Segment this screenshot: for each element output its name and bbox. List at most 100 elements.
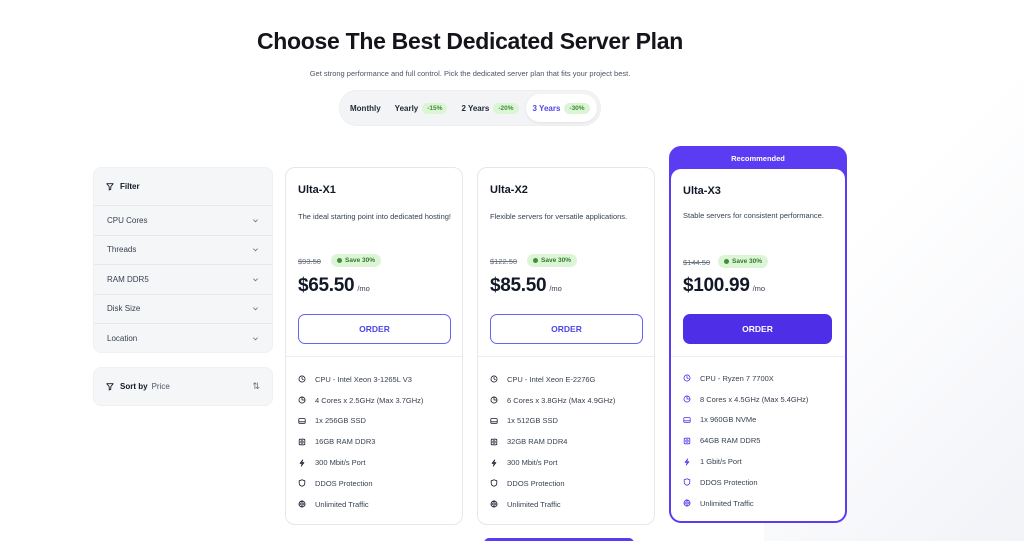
sort-label: Sort by — [120, 382, 148, 391]
feature-item: CPU - Ryzen 7 7700X — [683, 368, 808, 389]
feature-item: 1x 512GB SSD — [490, 411, 615, 432]
ram-icon — [683, 437, 691, 445]
shield-icon — [683, 478, 691, 486]
cores-icon — [683, 395, 691, 403]
old-price: $122.50 — [490, 257, 518, 266]
filter-disk-size[interactable]: Disk Size — [94, 295, 272, 324]
feature-item: CPU - Intel Xeon E-2276G — [490, 369, 615, 390]
feature-item: 6 Cores x 3.8GHz (Max 4.9GHz) — [490, 390, 615, 411]
feature-text: 4 Cores x 2.5GHz (Max 3.7GHz) — [315, 395, 424, 405]
chevron-down-icon — [251, 216, 259, 224]
sort-direction-icon[interactable]: ⇅ — [252, 381, 260, 392]
chevron-down-icon — [251, 275, 259, 283]
feature-text: Unlimited Traffic — [507, 499, 561, 509]
price-period: /mo — [549, 284, 562, 293]
sort-control[interactable]: Sort by Price ⇅ — [93, 367, 273, 406]
page-title: Choose The Best Dedicated Server Plan — [256, 28, 684, 54]
feature-item: 1 Gbit/s Port — [683, 451, 808, 472]
filter-label: Threads — [107, 245, 137, 255]
cpu-icon — [298, 375, 306, 383]
price-amount: $100.99 — [683, 275, 750, 296]
chevron-down-icon — [251, 246, 259, 254]
filter-ram[interactable]: RAM DDR5 — [94, 265, 272, 295]
feature-text: DDOS Protection — [700, 477, 758, 487]
feature-list: CPU - Ryzen 7 7700X 8 Cores x 4.5GHz (Ma… — [683, 368, 808, 514]
disk-icon — [490, 417, 498, 425]
plan-description: Flexible servers for versatile applicati… — [490, 212, 628, 221]
feature-list: CPU - Intel Xeon E-2276G 6 Cores x 3.8GH… — [490, 369, 615, 515]
feature-text: DDOS Protection — [315, 478, 373, 488]
period-yearly[interactable]: Yearly -15% — [388, 94, 455, 122]
discount-badge: -15% — [422, 102, 448, 114]
globe-icon — [490, 500, 498, 508]
old-price: $144.50 — [683, 258, 711, 267]
feature-text: 1x 256GB SSD — [315, 416, 366, 426]
shield-icon — [490, 479, 498, 487]
shield-icon — [298, 479, 306, 487]
filter-label: CPU Cores — [107, 215, 148, 225]
tag-icon — [724, 259, 729, 264]
port-icon — [683, 458, 691, 466]
save-text: Save 30% — [732, 258, 762, 265]
plan-card-ulta-x2: Ulta-X2 Flexible servers for versatile a… — [477, 167, 655, 525]
plan-name: Ulta-X2 — [490, 184, 528, 196]
save-text: Save 30% — [345, 257, 375, 264]
feature-item: 300 Mbit/s Port — [490, 452, 615, 473]
cores-icon — [490, 396, 498, 404]
save-badge: Save 30% — [331, 254, 381, 267]
filter-label: RAM DDR5 — [107, 274, 149, 284]
period-label: Monthly — [350, 103, 381, 113]
save-text: Save 30% — [541, 257, 571, 264]
chevron-down-icon — [251, 305, 259, 313]
feature-text: CPU - Intel Xeon E-2276G — [507, 374, 596, 384]
filter-header: Filter — [94, 168, 272, 206]
plan-card-ulta-x3: Recommended Ulta-X3 Stable servers for c… — [669, 146, 847, 523]
price: $65.50 /mo — [298, 275, 370, 297]
feature-item: DDOS Protection — [490, 473, 615, 494]
filter-label: Location — [107, 334, 138, 344]
disk-icon — [683, 416, 691, 424]
period-2-years[interactable]: 2 Years -20% — [454, 94, 525, 122]
billing-period-toggle: Monthly Yearly -15% 2 Years -20% 3 Years… — [339, 90, 601, 126]
port-icon — [298, 459, 306, 467]
feature-item: 32GB RAM DDR4 — [490, 431, 615, 452]
funnel-icon — [106, 383, 114, 391]
feature-item: Unlimited Traffic — [490, 494, 615, 515]
period-3-years[interactable]: 3 Years -30% — [525, 94, 597, 122]
period-label: Yearly — [394, 103, 419, 113]
feature-item: 1x 960GB NVMe — [683, 410, 808, 431]
feature-text: Unlimited Traffic — [315, 499, 369, 509]
divider — [671, 356, 845, 357]
discount-badge: -20% — [493, 102, 519, 114]
price-amount: $65.50 — [298, 275, 355, 296]
feature-item: DDOS Protection — [683, 472, 808, 493]
feature-item: 1x 256GB SSD — [298, 411, 423, 432]
order-button[interactable]: ORDER — [683, 314, 832, 344]
plan-description: The ideal starting point into dedicated … — [298, 212, 452, 221]
period-label: 3 Years — [532, 103, 561, 113]
feature-text: 1 Gbit/s Port — [700, 457, 742, 467]
filter-cpu-cores[interactable]: CPU Cores — [94, 206, 272, 236]
feature-item: 16GB RAM DDR3 — [298, 431, 423, 452]
order-button[interactable]: ORDER — [298, 314, 451, 344]
price-period: /mo — [752, 284, 766, 293]
feature-text: Unlimited Traffic — [700, 498, 754, 508]
feature-text: 300 Mbit/s Port — [315, 458, 366, 468]
filter-location[interactable]: Location — [94, 324, 272, 354]
feature-item: 64GB RAM DDR5 — [683, 430, 808, 451]
feature-text: 8 Cores x 4.5GHz (Max 5.4GHz) — [700, 394, 809, 404]
globe-icon — [298, 500, 306, 508]
ram-icon — [298, 438, 306, 446]
feature-text: 6 Cores x 3.8GHz (Max 4.9GHz) — [507, 395, 616, 405]
period-monthly[interactable]: Monthly — [343, 94, 388, 122]
feature-text: 16GB RAM DDR3 — [315, 437, 376, 447]
feature-item: Unlimited Traffic — [683, 493, 808, 514]
order-button[interactable]: ORDER — [490, 314, 643, 344]
old-price: $93.50 — [298, 257, 321, 266]
disk-icon — [298, 417, 306, 425]
plan-description: Stable servers for consistent performanc… — [683, 211, 824, 220]
feature-item: DDOS Protection — [298, 473, 423, 494]
plan-name: Ulta-X1 — [298, 184, 336, 196]
feature-item: 300 Mbit/s Port — [298, 452, 423, 473]
filter-threads[interactable]: Threads — [94, 236, 272, 265]
